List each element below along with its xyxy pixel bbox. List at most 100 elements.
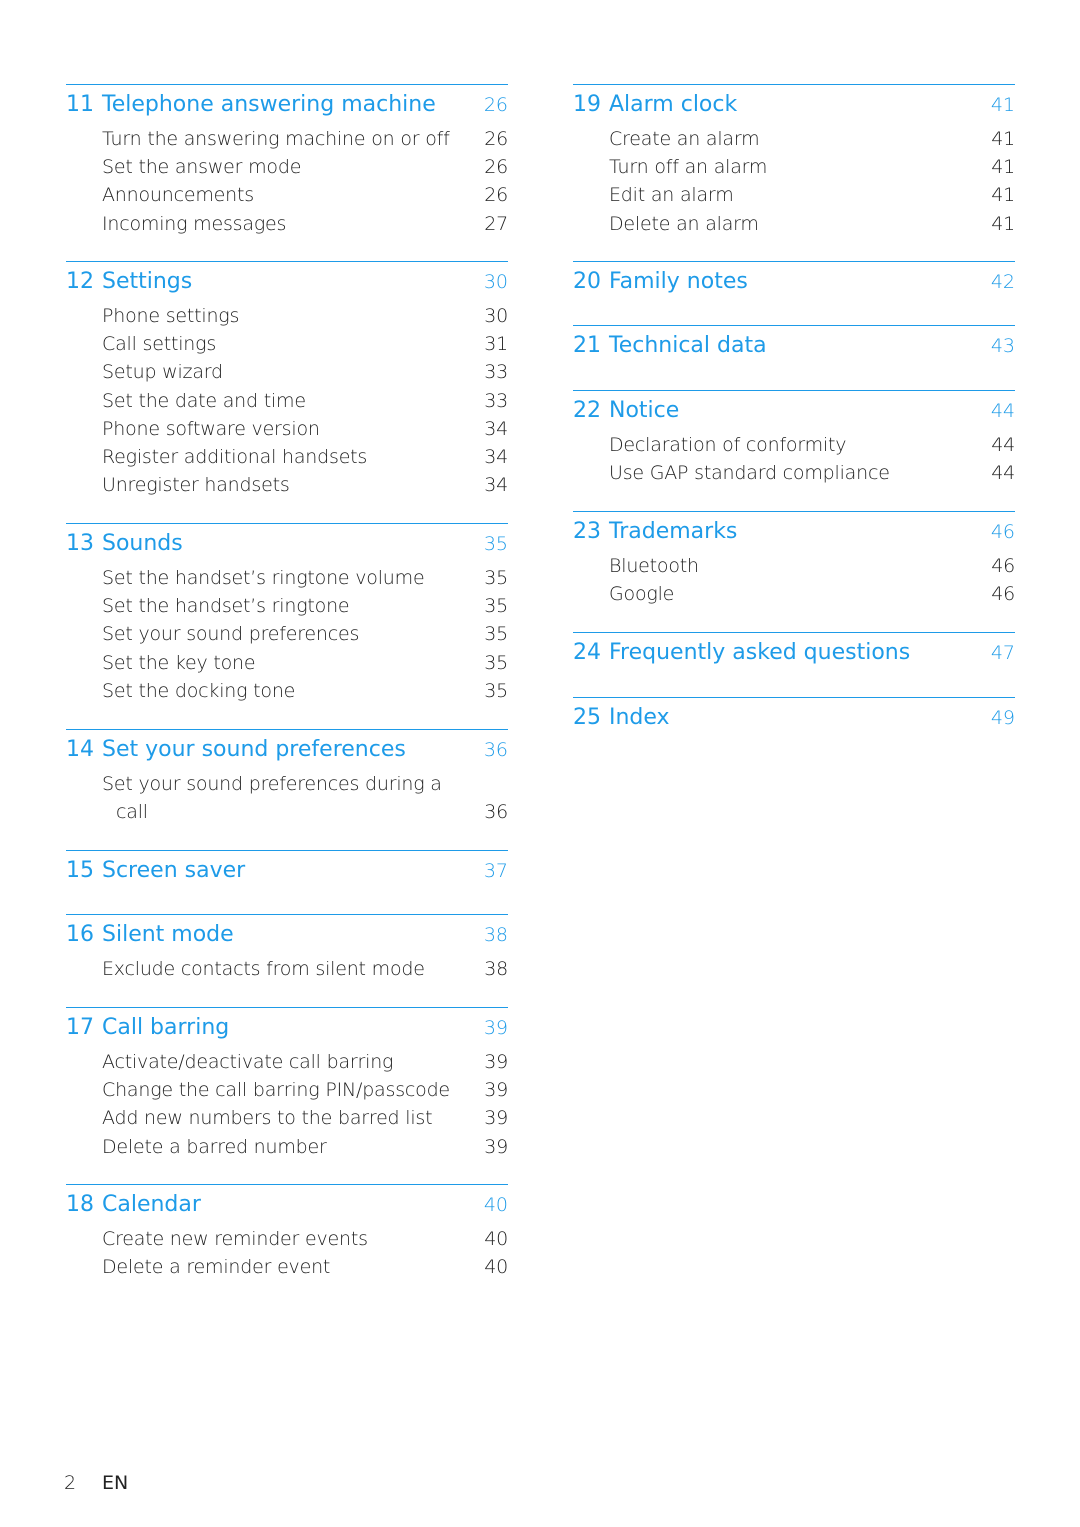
toc-entry-link[interactable]: Delete a barred number 39 — [66, 1133, 508, 1161]
toc-section-12: 12 Settings 30 Phone settings 30 Call setting… — [66, 261, 508, 499]
chapter-title: Screen saver — [102, 858, 246, 883]
toc-entry-link[interactable]: Phone settings 30 — [66, 302, 508, 330]
chapter-page: 43 — [990, 335, 1015, 357]
toc-chapter-link[interactable]: 24 Frequently asked questions 47 — [573, 633, 1015, 673]
toc-entry-link[interactable]: Delete a reminder event 40 — [66, 1253, 508, 1281]
toc-entry-link[interactable]: Edit an alarm 41 — [573, 181, 1015, 209]
entry-title: Set the handset’s ringtone volume — [102, 567, 425, 589]
entry-title: Set your sound preferences during a call — [102, 773, 442, 824]
toc-entry-link[interactable]: Set your sound preferences during a call 3… — [66, 770, 508, 826]
toc-chapter-link[interactable]: 18 Calendar 40 — [66, 1185, 508, 1225]
chapter-number: 17 — [66, 1015, 94, 1040]
toc-entry-link[interactable]: Create new reminder events 40 — [66, 1225, 508, 1253]
entry-page: 35 — [484, 623, 508, 646]
page-footer: 2 EN — [64, 1472, 128, 1494]
chapter-number: 21 — [573, 333, 601, 358]
toc-entry-link[interactable]: Incoming messages 27 — [66, 210, 508, 238]
chapter-number: 22 — [573, 398, 601, 423]
toc-entry-link[interactable]: Phone software version 34 — [66, 415, 508, 443]
entry-title: Turn off an alarm — [609, 156, 768, 179]
toc-entry-link[interactable]: Bluetooth 46 — [573, 552, 1015, 580]
chapter-title: Call barring — [102, 1015, 230, 1040]
toc-entry-link[interactable]: Exclude contacts from silent mode 38 — [66, 955, 508, 983]
chapter-page: 36 — [483, 739, 508, 761]
entry-title: Exclude contacts from silent mode — [102, 958, 425, 980]
chapter-title: Telephone answering machine — [102, 92, 436, 117]
entry-title: Google — [609, 583, 675, 606]
toc-entry-link[interactable]: Set your sound preferences 35 — [66, 620, 508, 648]
toc-entry-link[interactable]: Set the answer mode 26 — [66, 153, 508, 181]
toc-entry-link[interactable]: Use GAP standard compliance 44 — [573, 459, 1015, 487]
chapter-number: 25 — [573, 705, 601, 730]
toc-chapter-link[interactable]: 21 Technical data 43 — [573, 326, 1015, 366]
chapter-number: 18 — [66, 1192, 94, 1217]
entry-title: Delete an alarm — [609, 212, 759, 235]
toc-chapter-link[interactable]: 19 Alarm clock 41 — [573, 85, 1015, 125]
chapter-title: Technical data — [609, 333, 767, 358]
toc-chapter-link[interactable]: 22 Notice 44 — [573, 391, 1015, 431]
chapter-number: 11 — [66, 92, 94, 117]
toc-entry-link[interactable]: Set the handset’s ringtone 35 — [66, 592, 508, 620]
toc-entry-link[interactable]: Turn the answering machine on or off 26 — [66, 125, 508, 153]
toc-entry-link[interactable]: Set the docking tone 35 — [66, 677, 508, 705]
chapter-number: 24 — [573, 640, 601, 665]
entry-title: Activate/deactivate call barring — [102, 1051, 394, 1073]
entry-page: 35 — [484, 595, 508, 618]
chapter-number: 13 — [66, 531, 94, 556]
toc-chapter-link[interactable]: 16 Silent mode 38 — [66, 915, 508, 955]
entry-page: 31 — [484, 333, 508, 356]
chapter-page: 49 — [990, 707, 1015, 729]
toc-chapter-link[interactable]: 14 Set your sound preferences 36 — [66, 730, 508, 770]
chapter-title: Settings — [102, 269, 193, 294]
toc-entry-link[interactable]: Add new numbers to the barred list 39 — [66, 1104, 508, 1132]
toc-entry-link[interactable]: Register additional handsets 34 — [66, 443, 508, 471]
toc-entry-link[interactable]: Turn off an alarm 41 — [573, 153, 1015, 181]
chapter-number: 16 — [66, 922, 94, 947]
chapter-page: 30 — [483, 271, 508, 293]
toc-chapter-link[interactable]: 13 Sounds 35 — [66, 524, 508, 564]
entry-title: Add new numbers to the barred list — [102, 1107, 433, 1130]
chapter-page: 39 — [483, 1017, 508, 1039]
entry-page: 26 — [484, 184, 508, 207]
toc-chapter-link[interactable]: 20 Family notes 42 — [573, 262, 1015, 302]
toc-chapter-link[interactable]: 15 Screen saver 37 — [66, 851, 508, 891]
toc-entry-link[interactable]: Unregister handsets 34 — [66, 471, 508, 499]
entry-page: 36 — [484, 801, 508, 824]
toc-entry-link[interactable]: Declaration of conformity 44 — [573, 431, 1015, 459]
chapter-title: Frequently asked questions — [609, 640, 911, 665]
chapter-title: Index — [609, 705, 670, 730]
toc-entry-link[interactable]: Announcements 26 — [66, 181, 508, 209]
entry-page: 39 — [484, 1079, 508, 1102]
toc-chapter-link[interactable]: 23 Trademarks 46 — [573, 512, 1015, 552]
entry-page: 34 — [484, 417, 508, 440]
chapter-title: Set your sound preferences — [102, 737, 406, 762]
toc-entry-link[interactable]: Call settings 31 — [66, 330, 508, 358]
toc-entry-link[interactable]: Create an alarm 41 — [573, 125, 1015, 153]
entry-title: Announcements — [102, 184, 254, 207]
toc-chapter-link[interactable]: 11 Telephone answering machine 26 — [66, 85, 508, 125]
entry-title: Edit an alarm — [609, 184, 734, 207]
toc-entry-link[interactable]: Set the key tone 35 — [66, 649, 508, 677]
chapter-page: 42 — [990, 271, 1015, 293]
chapter-page: 41 — [990, 94, 1015, 116]
toc-section-22: 22 Notice 44 Declaration of conformity 44 Use… — [573, 390, 1015, 487]
toc-section-17: 17 Call barring 39 Activate/deactivate call… — [66, 1007, 508, 1161]
entry-title: Set the answer mode — [102, 156, 302, 179]
toc-section-15: 15 Screen saver 37 — [66, 850, 508, 891]
toc-chapter-link[interactable]: 12 Settings 30 — [66, 262, 508, 302]
chapter-page: 44 — [990, 400, 1015, 422]
toc-chapter-link[interactable]: 17 Call barring 39 — [66, 1008, 508, 1048]
entry-page: 39 — [484, 1135, 508, 1158]
toc-entry-link[interactable]: Set the handset’s ringtone volume 35 — [66, 564, 508, 592]
entry-title: Create new reminder events — [102, 1228, 368, 1250]
toc-entry-link[interactable]: Set the date and time 33 — [66, 387, 508, 415]
toc-entry-link[interactable]: Delete an alarm 41 — [573, 210, 1015, 238]
toc-section-20: 20 Family notes 42 — [573, 261, 1015, 302]
toc-entry-link[interactable]: Google 46 — [573, 580, 1015, 608]
toc-entry-link[interactable]: Change the call barring PIN/passcode 39 — [66, 1076, 508, 1104]
entry-title: Bluetooth — [609, 555, 699, 577]
toc-entry-link[interactable]: Activate/deactivate call barring 39 — [66, 1048, 508, 1076]
toc-section-24: 24 Frequently asked questions 47 — [573, 632, 1015, 673]
toc-entry-link[interactable]: Setup wizard 33 — [66, 358, 508, 386]
toc-chapter-link[interactable]: 25 Index 49 — [573, 698, 1015, 738]
